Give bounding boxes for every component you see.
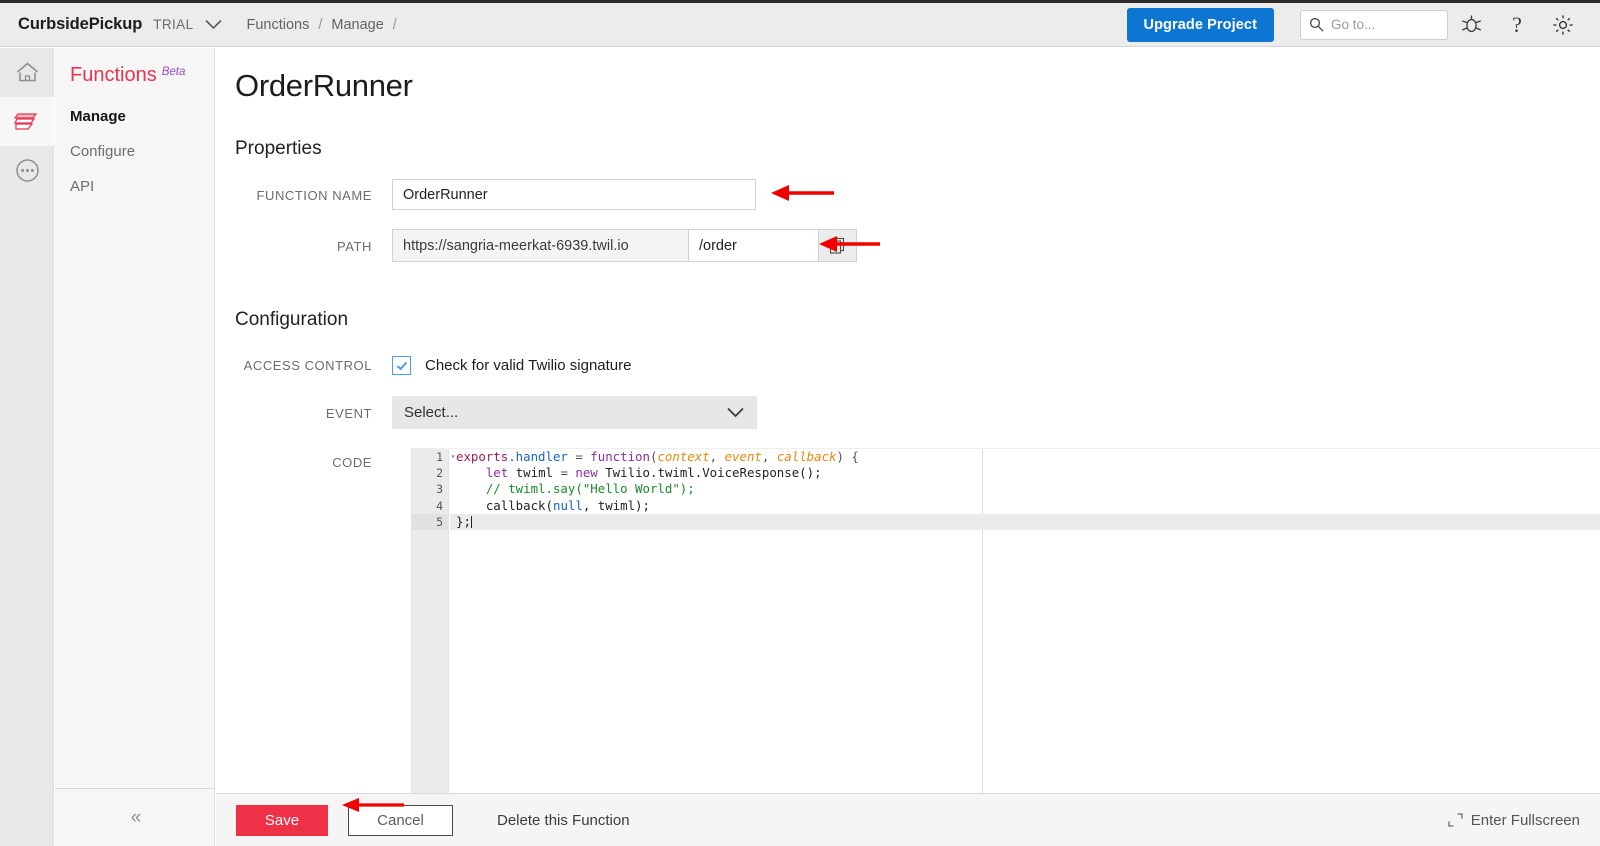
action-bar: Save Cancel Delete this Function Enter F… <box>216 793 1600 846</box>
breadcrumb-separator: / <box>318 16 323 33</box>
path-domain-readonly: https://sangria-meerkat-6939.twil.io <box>393 230 688 261</box>
editor-line-number: 4 <box>436 498 443 513</box>
save-button[interactable]: Save <box>236 804 328 836</box>
breadcrumb: Functions / Manage / <box>246 17 396 33</box>
plan-badge: TRIAL <box>153 17 194 32</box>
text-caret <box>470 515 472 528</box>
gear-icon[interactable] <box>1540 3 1586 47</box>
twilio-signature-label: Check for valid Twilio signature <box>425 357 632 374</box>
sidebar-title: Functions Beta <box>55 48 214 87</box>
twilio-signature-checkbox-row: Check for valid Twilio signature <box>392 356 631 375</box>
project-switcher-chevron-down-icon[interactable] <box>205 19 223 30</box>
top-header: CurbsidePickup TRIAL Functions / Manage … <box>0 3 1600 47</box>
configuration-heading: Configuration <box>235 309 349 330</box>
path-label: PATH <box>337 239 372 254</box>
path-suffix-input[interactable]: /order <box>688 230 818 261</box>
brand-name: CurbsidePickup <box>18 15 143 33</box>
function-name-label: FUNCTION NAME <box>256 188 372 203</box>
path-field-group: https://sangria-meerkat-6939.twil.io /or… <box>392 229 857 262</box>
function-name-input[interactable]: OrderRunner <box>392 179 756 210</box>
breadcrumb-item-manage[interactable]: Manage <box>331 17 383 33</box>
home-icon <box>16 62 38 82</box>
beta-badge: Beta <box>161 66 186 78</box>
event-label: EVENT <box>325 406 372 421</box>
editor-code-line: }; <box>450 513 1600 530</box>
event-select-value: Select... <box>404 404 459 421</box>
sidebar-collapse-button[interactable]: « <box>55 788 215 846</box>
rail-item-functions[interactable] <box>0 97 54 146</box>
breadcrumb-item-functions[interactable]: Functions <box>246 17 309 33</box>
chevron-down-icon <box>727 407 744 418</box>
chevron-left-double-icon: « <box>130 806 141 828</box>
bug-icon[interactable] <box>1448 3 1494 47</box>
cancel-button[interactable]: Cancel <box>348 804 453 836</box>
sidebar-title-text: Functions <box>70 64 157 86</box>
more-icon <box>15 159 39 182</box>
editor-line-number: 5 <box>412 513 448 530</box>
editor-code-line: callback(null, twiml); <box>456 497 650 513</box>
editor-line-number: 3 <box>436 482 443 497</box>
editor-code-area[interactable]: exports.handler = function(context, even… <box>450 449 1600 827</box>
event-select[interactable]: Select... <box>392 396 757 429</box>
twilio-signature-checkbox[interactable] <box>392 356 411 375</box>
delete-function-link[interactable]: Delete this Function <box>497 812 630 829</box>
function-name-row: FUNCTION NAME OrderRunner <box>216 179 1600 210</box>
editor-code-line: exports.handler = function(context, even… <box>456 449 859 464</box>
enter-fullscreen-label: Enter Fullscreen <box>1470 811 1580 829</box>
properties-heading: Properties <box>235 138 322 159</box>
fullscreen-icon <box>1448 813 1463 827</box>
check-icon <box>396 361 407 370</box>
sidebar-item-configure[interactable]: Configure <box>55 134 214 169</box>
enter-fullscreen-button[interactable]: Enter Fullscreen <box>1448 812 1580 829</box>
breadcrumb-separator-2: / <box>392 16 397 33</box>
editor-gutter: 1 ▾ 2 3 4 5 <box>412 449 456 827</box>
help-icon[interactable]: ? <box>1494 3 1540 47</box>
code-editor[interactable]: 1 ▾ 2 3 4 5 exports.handler = function(contex… <box>411 448 1600 827</box>
editor-code-line: let twiml = new Twilio.twiml.VoiceRespon… <box>485 465 822 481</box>
header-actions: Upgrade Project Go to... ? <box>1126 3 1600 47</box>
access-control-row: ACCESS CONTROL Check for valid Twilio si… <box>216 356 1600 375</box>
event-row: EVENT Select... <box>216 396 1600 429</box>
upgrade-project-button[interactable]: Upgrade Project <box>1126 7 1274 42</box>
sidebar-item-manage[interactable]: Manage <box>55 99 214 134</box>
path-row: PATH https://sangria-meerkat-6939.twil.i… <box>216 229 1600 262</box>
icon-rail <box>0 48 54 846</box>
page-title: OrderRunner <box>235 68 413 103</box>
access-control-label: ACCESS CONTROL <box>243 358 372 373</box>
sidebar: Functions Beta Manage Configure API « <box>55 48 215 846</box>
functions-icon <box>14 112 38 130</box>
search-icon <box>1309 17 1324 32</box>
copy-icon[interactable] <box>818 230 856 261</box>
rail-item-home[interactable] <box>0 48 54 97</box>
editor-line-number: 2 <box>436 466 443 481</box>
code-label: CODE <box>332 455 372 470</box>
search-placeholder: Go to... <box>1331 17 1376 32</box>
main-content: OrderRunner Properties FUNCTION NAME Ord… <box>216 48 1600 846</box>
sidebar-item-api[interactable]: API <box>55 169 214 204</box>
editor-code-line: // twiml.say("Hello World"); <box>456 481 695 497</box>
rail-item-more[interactable] <box>0 146 54 195</box>
search-input[interactable]: Go to... <box>1300 9 1448 40</box>
editor-line-number: 1 ▾ <box>436 450 456 464</box>
